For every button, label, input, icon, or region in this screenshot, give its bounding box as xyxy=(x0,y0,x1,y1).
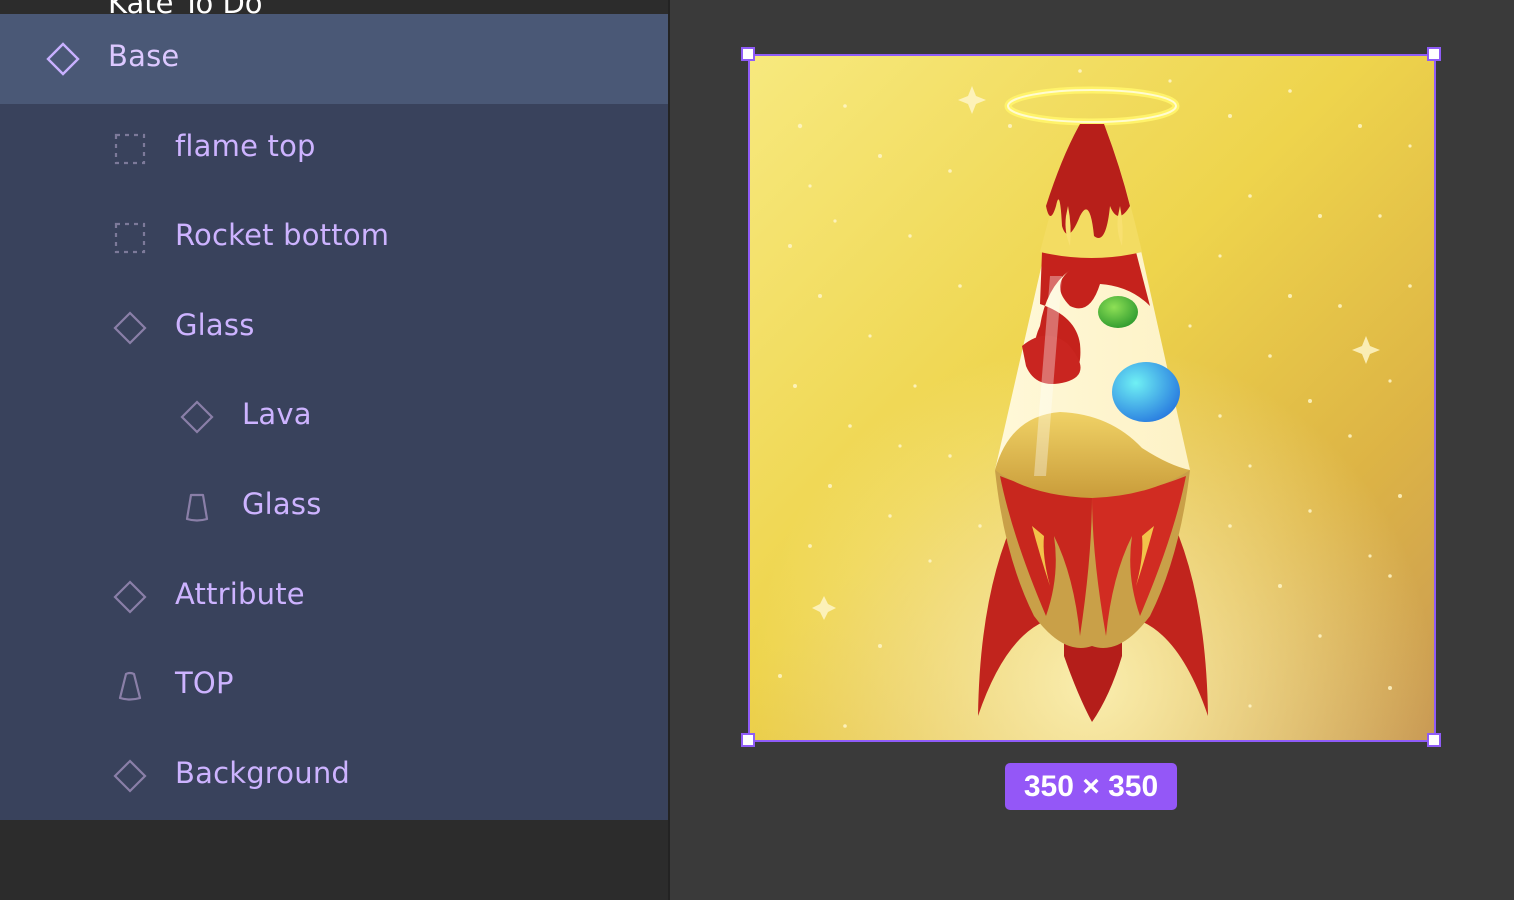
layer-label: Lava xyxy=(242,397,312,431)
layer-label: Attribute xyxy=(175,577,305,611)
dimension-badge: 350 × 350 xyxy=(1005,763,1177,810)
layer-row-glass-vector[interactable]: Glass xyxy=(0,462,668,552)
rocket-artwork xyxy=(750,56,1434,740)
layer-row-background[interactable]: Background xyxy=(0,731,668,821)
layer-label: Glass xyxy=(175,308,255,342)
component-icon xyxy=(113,580,147,614)
component-icon xyxy=(180,400,214,434)
selected-frame-base[interactable] xyxy=(748,54,1436,742)
layer-label: Rocket bottom xyxy=(175,218,390,252)
layer-list: Base flame top Rocket bottom Glass Lava xyxy=(0,14,668,820)
layer-label: Glass xyxy=(242,487,322,521)
layer-row-base[interactable]: Base xyxy=(0,14,668,104)
layer-label: flame top xyxy=(175,129,316,163)
layer-row-rocket-bottom[interactable]: Rocket bottom xyxy=(0,193,668,283)
layer-row-glass-group[interactable]: Glass xyxy=(0,283,668,373)
canvas-area[interactable]: 350 × 350 xyxy=(670,0,1514,900)
layer-label: TOP xyxy=(175,666,234,700)
layer-row-attribute[interactable]: Attribute xyxy=(0,552,668,642)
vector-icon xyxy=(185,493,209,522)
layer-row-lava[interactable]: Lava xyxy=(0,372,668,462)
layer-row-flame-top[interactable]: flame top xyxy=(0,104,668,194)
component-icon xyxy=(46,42,80,76)
resize-handle-bottom-right[interactable] xyxy=(1427,733,1441,747)
layer-label: Background xyxy=(175,756,351,790)
frame-icon xyxy=(114,222,146,254)
frame-icon xyxy=(114,133,146,165)
layer-label: Base xyxy=(108,39,180,73)
layer-row-top[interactable]: TOP xyxy=(0,641,668,731)
resize-handle-bottom-left[interactable] xyxy=(741,733,755,747)
component-icon xyxy=(113,759,147,793)
vector-icon xyxy=(118,671,142,701)
resize-handle-top-right[interactable] xyxy=(1427,47,1441,61)
layers-panel: Kate To Do Base flame top Rocket bottom … xyxy=(0,0,670,900)
component-icon xyxy=(113,311,147,345)
resize-handle-top-left[interactable] xyxy=(741,47,755,61)
